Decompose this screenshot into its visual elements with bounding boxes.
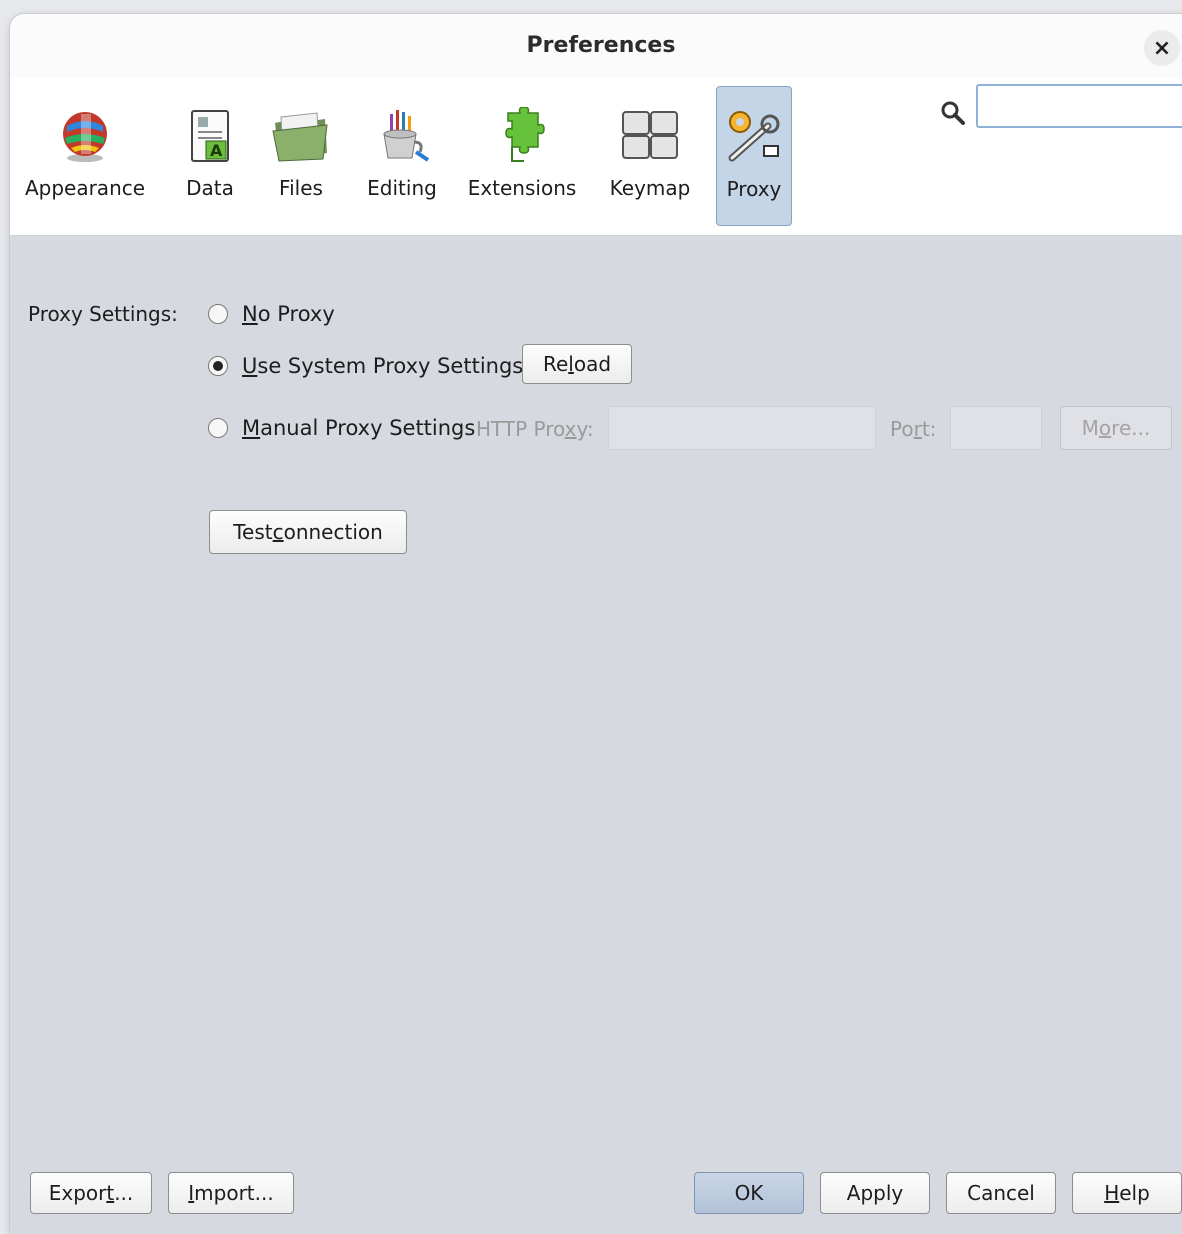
- category-label: Proxy: [726, 177, 782, 201]
- radio-label: No Proxy: [242, 302, 335, 326]
- search-icon: [940, 100, 966, 126]
- category-label: Appearance: [24, 176, 146, 200]
- apply-button[interactable]: Apply: [820, 1172, 930, 1214]
- brush-cup-icon: [370, 104, 434, 168]
- category-data[interactable]: A Data: [180, 86, 240, 226]
- close-button[interactable]: ×: [1144, 30, 1180, 66]
- category-proxy[interactable]: Proxy: [716, 86, 792, 226]
- category-label: Data: [186, 176, 234, 200]
- wrench-gear-icon: [722, 105, 786, 169]
- folder-icon: [269, 104, 333, 168]
- category-label: Editing: [367, 176, 437, 200]
- radio-indicator: [208, 356, 228, 376]
- radio-indicator: [208, 418, 228, 438]
- proxy-settings-label: Proxy Settings:: [28, 302, 178, 326]
- title-bar: Preferences ×: [10, 14, 1182, 79]
- globe-icon: [53, 104, 117, 168]
- ok-button[interactable]: OK: [694, 1172, 804, 1214]
- import-button[interactable]: Import...: [168, 1172, 294, 1214]
- data-document-icon: A: [178, 104, 242, 168]
- proxy-settings-panel: Proxy Settings: No Proxy Use System Prox…: [10, 236, 1182, 1176]
- radio-label: Use System Proxy Settings: [242, 354, 524, 378]
- search-input[interactable]: [976, 84, 1182, 128]
- system-proxy-radio[interactable]: Use System Proxy Settings: [208, 354, 523, 378]
- export-button[interactable]: Expor t...: [30, 1172, 152, 1214]
- more-button[interactable]: Mo re...: [1060, 406, 1172, 450]
- help-button[interactable]: Help: [1072, 1172, 1182, 1214]
- category-label: Keymap: [609, 176, 691, 200]
- http-proxy-label: HTTP Proxy:: [476, 417, 594, 441]
- window-title: Preferences: [526, 33, 676, 58]
- category-appearance[interactable]: Appearance: [18, 86, 152, 226]
- manual-proxy-radio[interactable]: Manual Proxy Settings: [208, 416, 475, 440]
- category-label: Files: [279, 176, 323, 200]
- svg-text:A: A: [210, 141, 223, 160]
- keyboard-keys-icon: [618, 104, 682, 168]
- cancel-button[interactable]: Cancel: [946, 1172, 1056, 1214]
- port-label: Port:: [890, 417, 937, 441]
- category-extensions[interactable]: Extensions: [466, 86, 578, 226]
- http-proxy-field[interactable]: [608, 406, 876, 450]
- close-icon: ×: [1152, 35, 1172, 61]
- port-field[interactable]: [950, 406, 1042, 450]
- reload-button[interactable]: Re l oad: [522, 344, 632, 384]
- puzzle-piece-icon: [490, 104, 554, 168]
- category-editing[interactable]: Editing: [362, 86, 442, 226]
- preferences-window: Preferences × Appearance A Data Files Ed…: [10, 14, 1182, 1234]
- radio-indicator: [208, 304, 228, 324]
- category-files[interactable]: Files: [268, 86, 334, 226]
- test-connection-button[interactable]: Test c onnection: [209, 510, 407, 554]
- category-toolbar: Appearance A Data Files Editing Extensio…: [10, 78, 1182, 236]
- no-proxy-radio[interactable]: No Proxy: [208, 302, 335, 326]
- category-label: Extensions: [467, 176, 577, 200]
- radio-label: Manual Proxy Settings: [242, 416, 476, 440]
- category-keymap[interactable]: Keymap: [606, 86, 694, 226]
